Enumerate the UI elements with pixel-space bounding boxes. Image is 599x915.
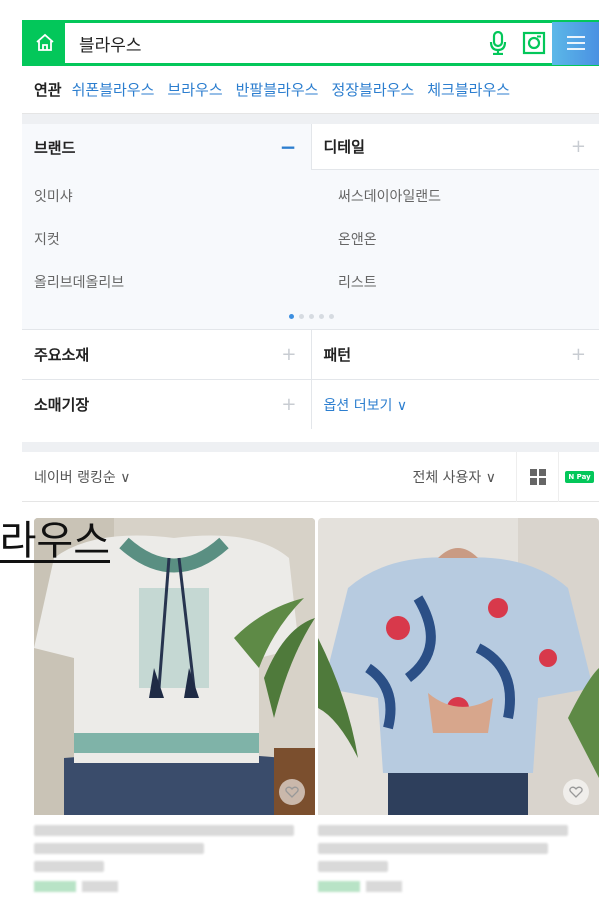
product-image[interactable] [318, 518, 599, 815]
page-dot [328, 313, 334, 319]
search-input[interactable]: 블라우스 [65, 31, 480, 56]
user-filter-dropdown[interactable]: 전체 사용자 ∨ [412, 467, 502, 487]
filter-panel: 브랜드 − 디테일 + 잇미샤 지컷 올리브데올리브 써스데이아일랜드 온앤온 … [22, 124, 599, 429]
image-search-button[interactable] [516, 23, 552, 63]
related-keyword[interactable]: 브라우스 [167, 79, 222, 100]
microphone-icon [489, 31, 507, 55]
page-dot-active [288, 313, 294, 319]
overflow-query-text: 블라우스 [0, 518, 110, 564]
npay-filter-button[interactable]: N Pay [558, 451, 599, 502]
related-keyword[interactable]: 체크블라우스 [427, 79, 510, 100]
expand-icon: + [570, 344, 586, 365]
home-button[interactable] [25, 23, 65, 63]
more-options-label: 옵션 더보기 ∨ [323, 397, 408, 414]
shopping-search-page: 블라우스 연관 쉬폰블라우스 브라우스 반팔블라우스 정장블라우스 체크블라우스… [22, 20, 599, 915]
chevron-down-icon: ∨ [396, 397, 408, 414]
page-dot [308, 313, 314, 319]
voice-search-button[interactable] [480, 23, 516, 63]
brand-option[interactable]: 온앤온 [326, 217, 599, 260]
page-dot [298, 313, 304, 319]
search-bar: 블라우스 [22, 20, 599, 66]
filter-pattern[interactable]: 패턴 + [310, 330, 599, 379]
related-keywords: 연관 쉬폰블라우스 브라우스 반팔블라우스 정장블라우스 체크블라우스 [22, 66, 599, 114]
menu-button[interactable] [552, 21, 599, 65]
filter-tab-label: 디테일 [323, 138, 365, 156]
grid-icon [529, 468, 546, 485]
related-keyword[interactable]: 반팔블라우스 [236, 79, 319, 100]
related-title: 연관 [34, 81, 62, 99]
brand-option[interactable]: 리스트 [326, 260, 599, 303]
page-indicator [22, 303, 599, 329]
heart-icon [569, 786, 583, 798]
product-grid [34, 518, 599, 892]
product-card[interactable] [318, 518, 599, 892]
filter-tab-label: 브랜드 [34, 138, 76, 157]
filter-sleeve[interactable]: 소매기장 + [22, 380, 311, 429]
hamburger-icon [567, 36, 585, 50]
product-info-blurred [318, 825, 599, 892]
home-icon [36, 33, 54, 51]
wishlist-button[interactable] [563, 779, 589, 805]
chevron-down-icon: ∨ [485, 469, 496, 486]
filter-label: 소매기장 [34, 396, 90, 414]
wishlist-button[interactable] [279, 779, 305, 805]
filter-tab-brand[interactable]: 브랜드 − [22, 124, 311, 170]
chevron-down-icon: ∨ [120, 469, 131, 486]
product-info-blurred [34, 825, 315, 892]
brand-list: 잇미샤 지컷 올리브데올리브 써스데이아일랜드 온앤온 리스트 [22, 170, 599, 303]
camera-lens-icon [522, 31, 546, 55]
filter-label: 주요소재 [34, 346, 90, 364]
heart-icon [285, 786, 299, 798]
filter-label: 패턴 [323, 346, 352, 364]
expand-icon: + [281, 344, 297, 365]
brand-option[interactable]: 올리브데올리브 [22, 260, 296, 303]
brand-option[interactable]: 잇미샤 [22, 174, 296, 217]
grid-view-button[interactable] [516, 451, 558, 502]
filter-material[interactable]: 주요소재 + [22, 330, 311, 379]
sort-bar: 네이버 랭킹순 ∨ 전체 사용자 ∨ N Pay [22, 451, 599, 502]
brand-option[interactable]: 써스데이아일랜드 [326, 174, 599, 217]
npay-badge: N Pay [565, 470, 594, 483]
brand-option[interactable]: 지컷 [22, 217, 296, 260]
more-options-button[interactable]: 옵션 더보기 ∨ [310, 380, 599, 429]
related-keyword[interactable]: 정장블라우스 [331, 79, 414, 100]
floral-blouse-photo [318, 518, 599, 815]
related-keyword[interactable]: 쉬폰블라우스 [72, 79, 155, 100]
filter-tab-detail[interactable]: 디테일 + [310, 124, 599, 170]
section-divider [22, 114, 599, 124]
collapse-icon: − [279, 135, 297, 159]
expand-icon: + [570, 136, 586, 157]
expand-icon: + [281, 394, 297, 415]
section-divider [22, 442, 599, 452]
product-card[interactable] [34, 518, 315, 892]
page-dot [318, 313, 324, 319]
sort-ranking-dropdown[interactable]: 네이버 랭킹순 ∨ [22, 467, 412, 487]
